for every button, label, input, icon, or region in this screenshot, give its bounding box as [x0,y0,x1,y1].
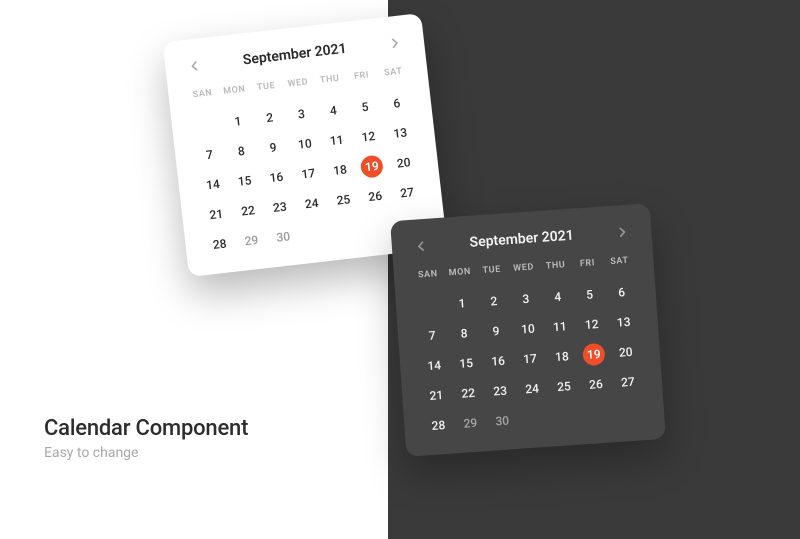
day-cell[interactable]: 28 [421,409,455,441]
day-cell[interactable]: 25 [326,183,361,216]
day-cell[interactable]: 4 [316,94,351,127]
next-month-button[interactable] [613,223,632,242]
day-header: FRI [571,255,604,273]
day-cell[interactable]: 16 [481,345,515,377]
day-cell[interactable]: 30 [266,220,301,253]
day-cell[interactable]: 29 [453,407,487,439]
day-cell[interactable]: 17 [291,157,326,190]
day-header: SAN [186,85,220,105]
day-empty [517,403,551,435]
day-cell[interactable]: 27 [389,176,424,209]
weeks-grid: 1234567891011121314151617181920212223242… [413,276,647,441]
day-cell[interactable]: 9 [255,131,290,164]
day-cell[interactable]: 29 [234,224,269,257]
day-cell[interactable]: 15 [227,164,262,197]
day-cell[interactable]: 21 [199,198,234,231]
day-cell[interactable]: 19 [577,338,611,370]
day-cell[interactable]: 24 [515,373,549,405]
day-header: FRI [345,66,379,86]
chevron-right-icon [391,38,400,49]
day-header: MON [443,264,476,282]
day-cell[interactable]: 7 [415,320,449,352]
day-header: SAT [603,252,636,270]
day-cell[interactable]: 12 [575,308,609,340]
day-header: THU [539,257,572,275]
day-cell[interactable]: 26 [579,368,613,400]
day-cell[interactable]: 6 [379,87,414,120]
day-cell[interactable]: 13 [383,116,418,149]
day-cell[interactable]: 3 [509,283,543,315]
day-cell[interactable]: 18 [322,153,357,186]
next-month-button[interactable] [385,33,405,53]
day-cell[interactable]: 10 [511,313,545,345]
day-cell[interactable]: 2 [252,101,287,134]
day-cell[interactable]: 22 [230,194,265,227]
chevron-left-icon [190,61,199,72]
day-cell[interactable]: 15 [449,347,483,379]
day-header: MON [218,81,252,101]
day-cell[interactable]: 22 [451,377,485,409]
chevron-right-icon [618,227,627,238]
day-empty [413,290,447,322]
day-cell[interactable]: 28 [202,228,237,261]
day-header: WED [507,259,540,277]
caption-block: Calendar Component Easy to change [44,416,248,461]
day-cell[interactable]: 1 [445,287,479,319]
day-cell[interactable]: 21 [419,379,453,411]
day-cell[interactable]: 23 [262,191,297,224]
page-subtitle: Easy to change [44,445,248,461]
day-cell[interactable]: 8 [447,317,481,349]
day-cell[interactable]: 5 [573,279,607,311]
day-cell[interactable]: 25 [547,371,581,403]
day-header: THU [313,70,347,90]
chevron-left-icon [417,241,426,252]
day-cell[interactable]: 2 [477,285,511,317]
day-cell[interactable]: 26 [358,180,393,213]
day-empty [549,400,583,432]
day-header: TUE [249,77,283,97]
day-empty [581,398,615,430]
day-header: SAN [411,266,444,284]
day-cell[interactable]: 3 [284,97,319,130]
prev-month-button[interactable] [184,56,204,76]
day-cell[interactable]: 7 [192,138,227,171]
day-header: TUE [475,261,508,279]
day-header: SAT [377,63,411,83]
day-empty [297,217,332,250]
calendar-header: September 2021 [409,222,634,256]
day-cell[interactable]: 18 [545,341,579,373]
day-cell[interactable]: 27 [611,366,645,398]
day-empty [613,396,647,428]
prev-month-button[interactable] [411,237,430,256]
month-label: September 2021 [429,225,614,254]
day-cell[interactable]: 12 [351,120,386,153]
day-cell[interactable]: 19 [354,150,389,183]
day-cell[interactable]: 14 [195,168,230,201]
day-cell[interactable]: 11 [543,311,577,343]
day-cell[interactable]: 1 [220,105,255,138]
day-cell[interactable]: 6 [605,276,639,308]
day-cell[interactable]: 11 [319,124,354,157]
day-empty [189,108,224,141]
day-cell[interactable]: 24 [294,187,329,220]
day-empty [329,213,364,246]
day-cell[interactable]: 8 [224,135,259,168]
day-cell[interactable]: 9 [479,315,513,347]
page-title: Calendar Component [44,416,248,441]
day-cell[interactable]: 16 [259,161,294,194]
calendar-dark: September 2021 SANMONTUEWEDTHUFRISAT 123… [390,203,666,457]
day-cell[interactable]: 23 [483,375,517,407]
day-cell[interactable]: 30 [485,405,519,437]
day-header: WED [281,74,315,94]
day-cell[interactable]: 13 [607,306,641,338]
day-cell[interactable]: 10 [287,127,322,160]
day-cell[interactable]: 20 [386,146,421,179]
day-cell[interactable]: 20 [609,336,643,368]
day-cell[interactable]: 5 [347,90,382,123]
day-cell[interactable]: 4 [541,281,575,313]
day-cell[interactable]: 17 [513,343,547,375]
day-cell[interactable]: 14 [417,350,451,382]
